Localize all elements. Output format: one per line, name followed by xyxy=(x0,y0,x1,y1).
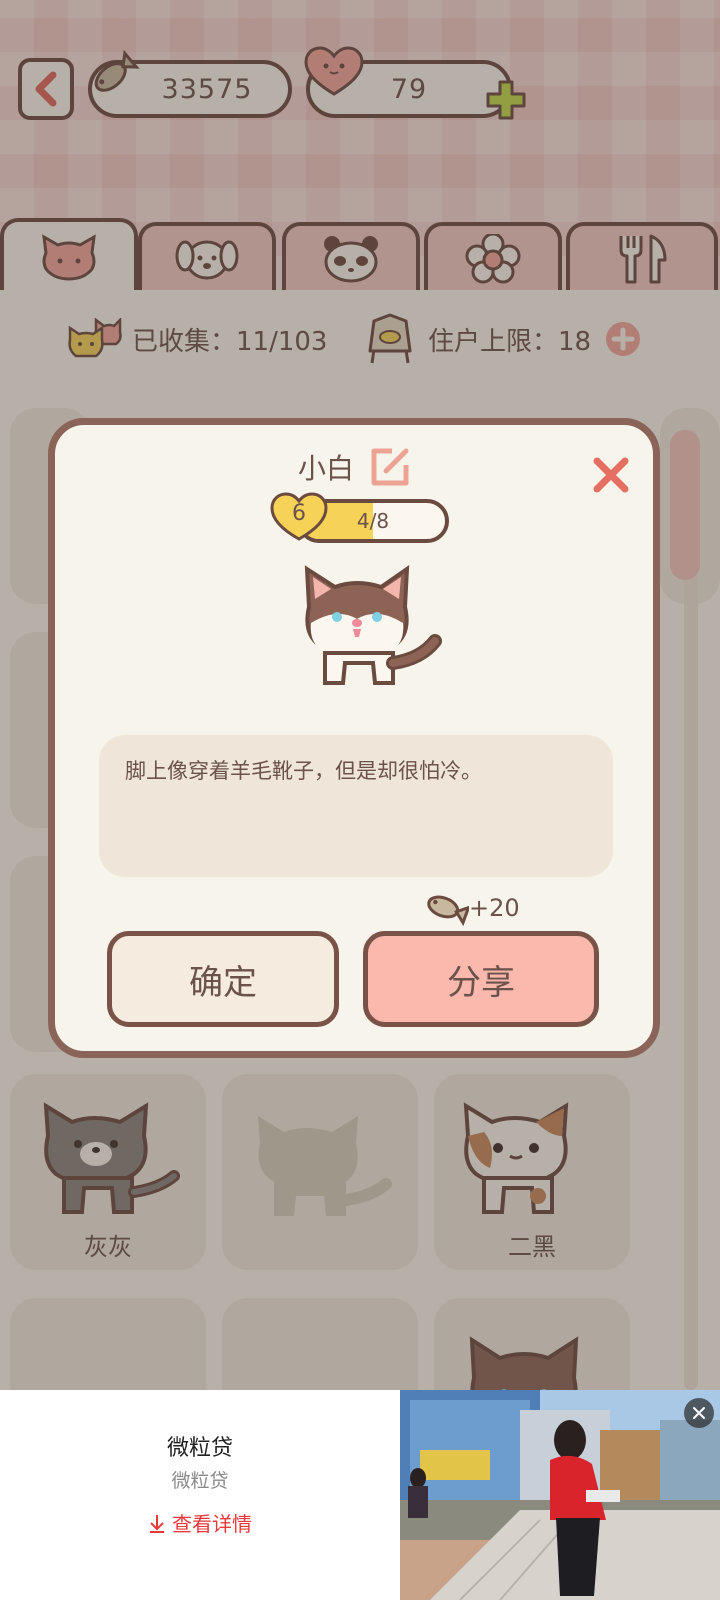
ad-close-button[interactable] xyxy=(684,1398,714,1428)
level-number: 6 xyxy=(292,501,306,526)
close-icon xyxy=(693,1407,705,1419)
edit-name-button[interactable] xyxy=(370,447,410,487)
share-reward: +20 xyxy=(423,887,520,929)
cat-detail-dialog: 小白 4/8 6 脚上像穿着羊毛靴子，但是却很怕冷。 +20 确定 分享 xyxy=(48,418,660,1058)
level-progress: 4/8 6 xyxy=(269,491,459,545)
ad-subtitle: 微粒贷 xyxy=(171,1470,229,1492)
ad-photo-image xyxy=(400,1390,720,1600)
ad-details-link[interactable]: 查看详情 xyxy=(0,1508,400,1537)
cat-description: 脚上像穿着羊毛靴子，但是却很怕冷。 xyxy=(99,735,613,877)
cat-name-title: 小白 xyxy=(297,452,354,485)
confirm-button-label: 确定 xyxy=(189,962,257,1003)
share-button-label: 分享 xyxy=(447,962,515,1003)
siamese-cat-icon xyxy=(304,565,442,685)
close-icon[interactable] xyxy=(591,455,631,495)
ad-banner[interactable]: 微粒贷 微粒贷 查看详情 ▮▮▮▮ ▮▮▮▮ ▮▮▮▮▮▮▮▮▮ xyxy=(0,1390,720,1600)
ad-title: 微粒贷 xyxy=(166,1436,233,1461)
ad-details-label: 查看详情 xyxy=(172,1512,252,1536)
ad-photo[interactable]: ▮▮▮▮ ▮▮▮▮ ▮▮▮▮▮▮▮▮▮ ▮▮▮▮▮▮▮▮▮▮ ▮▮▮▮▮▮▮ xyxy=(400,1390,720,1600)
fish-icon xyxy=(427,895,469,927)
download-arrow-icon xyxy=(150,1515,164,1533)
description-text: 脚上像穿着羊毛靴子，但是却很怕冷。 xyxy=(125,759,482,783)
dialog-header: 小白 xyxy=(55,447,653,487)
reward-amount: +20 xyxy=(469,894,520,922)
share-button[interactable]: 分享 xyxy=(363,931,599,1027)
confirm-button[interactable]: 确定 xyxy=(107,931,339,1027)
